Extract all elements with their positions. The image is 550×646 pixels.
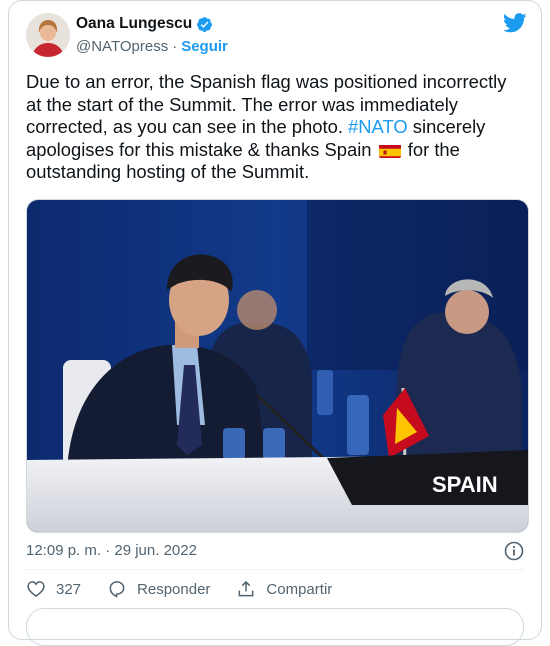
avatar[interactable] xyxy=(26,13,70,57)
author-name[interactable]: Oana Lungescu xyxy=(76,15,192,33)
handle-row: @NATOpress · Seguir xyxy=(76,38,228,55)
author-name-row: Oana Lungescu xyxy=(76,15,213,33)
heart-icon xyxy=(27,581,45,598)
handle-separator: · xyxy=(172,38,178,55)
likes-count: 327 xyxy=(56,580,82,598)
author-handle[interactable]: @NATOpress xyxy=(76,38,168,55)
reply-label: Responder xyxy=(137,580,211,598)
follow-button[interactable]: Seguir xyxy=(181,38,228,55)
placard-text: SPAIN xyxy=(432,472,498,497)
reply-bubble-icon xyxy=(109,581,125,598)
verified-badge-icon xyxy=(196,16,213,33)
tweet-card: Oana Lungescu @NATOpress · Seguir Due to… xyxy=(8,0,542,646)
like-button[interactable]: 327 xyxy=(26,579,81,599)
tweet-text: Due to an error, the Spanish flag was po… xyxy=(26,71,526,184)
share-label: Compartir xyxy=(266,580,333,598)
twitter-bird-icon[interactable] xyxy=(502,13,527,33)
reply-button[interactable]: Responder xyxy=(107,579,210,599)
read-replies-button[interactable] xyxy=(26,608,524,646)
hashtag-link[interactable]: #NATO xyxy=(348,116,408,137)
share-button[interactable]: Compartir xyxy=(236,579,332,599)
tweet-timestamp[interactable]: 12:09 p. m. · 29 jun. 2022 xyxy=(26,542,197,559)
share-icon xyxy=(239,580,254,597)
divider xyxy=(26,569,524,570)
tweet-actions: 327 Responder Compartir xyxy=(26,579,332,599)
tweet-photo[interactable]: SPAIN xyxy=(26,199,529,533)
spain-flag-emoji-icon xyxy=(378,143,401,158)
info-icon[interactable] xyxy=(504,541,524,561)
